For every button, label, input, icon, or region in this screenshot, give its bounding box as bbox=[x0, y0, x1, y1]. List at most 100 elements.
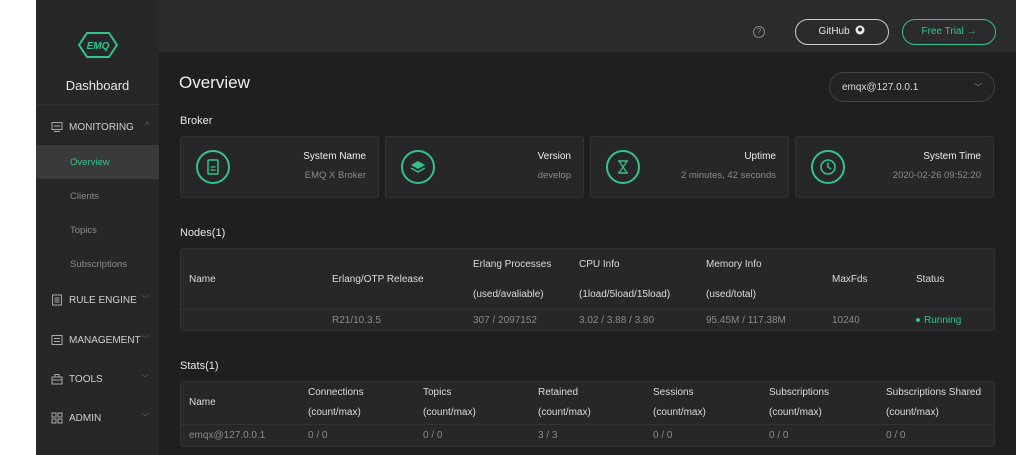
col-header-sessions-sub: (count/max) bbox=[653, 407, 706, 418]
broker-heading: Broker bbox=[180, 115, 213, 127]
list-icon bbox=[52, 294, 62, 306]
col-header-connections-sub: (count/max) bbox=[308, 407, 361, 418]
card-title: Uptime bbox=[744, 151, 776, 162]
chevron-down-icon: ﹀ bbox=[141, 295, 149, 304]
page-title: Overview bbox=[179, 73, 250, 92]
list-icon bbox=[51, 335, 63, 345]
main-content: ? GitHub Free Trial → Overview emqx@127.… bbox=[159, 0, 1016, 455]
col-header-subs-shared: Subscriptions Shared bbox=[886, 387, 982, 398]
col-header-memory: Memory Info bbox=[706, 259, 762, 270]
cell-name: emqx@127.0.0.1 bbox=[189, 430, 266, 441]
sidebar-item-subscriptions[interactable]: Subscriptions bbox=[36, 247, 159, 281]
clock-icon bbox=[811, 150, 845, 184]
cell-sessions: 0 / 0 bbox=[653, 430, 673, 441]
nav-admin[interactable]: ADMIN ﹀ bbox=[36, 401, 159, 435]
cell-subs-shared: 0 / 0 bbox=[886, 430, 906, 441]
col-header-processes: Erlang Processes bbox=[473, 259, 552, 270]
col-header-retained: Retained bbox=[538, 387, 579, 398]
col-header-otp: Erlang/OTP Release bbox=[332, 274, 424, 285]
stats-table: Name Connections (count/max) Topics (cou… bbox=[180, 381, 995, 447]
github-button-label: GitHub bbox=[818, 26, 850, 37]
nav-rule-engine-label: RULE ENGINE bbox=[69, 295, 137, 306]
col-header-topics: Topics bbox=[423, 387, 452, 398]
status-text: Running bbox=[924, 315, 962, 326]
card-title: Version bbox=[537, 151, 571, 162]
cell-maxfds: 10240 bbox=[832, 315, 860, 326]
github-button[interactable]: GitHub bbox=[795, 19, 889, 45]
chevron-up-icon: ^ bbox=[145, 121, 149, 130]
card-version: Version develop bbox=[385, 136, 584, 198]
col-header-cpu-sub: (1load/5load/15load) bbox=[579, 289, 671, 300]
nav-tools-label: TOOLS bbox=[69, 374, 103, 385]
monitor-icon bbox=[51, 122, 63, 132]
col-header-sessions: Sessions bbox=[653, 387, 694, 398]
free-trial-button[interactable]: Free Trial → bbox=[902, 19, 996, 45]
row-divider bbox=[181, 309, 994, 310]
col-header-subscriptions-sub: (count/max) bbox=[769, 407, 822, 418]
emq-logo[interactable]: EMQ bbox=[78, 32, 118, 58]
card-value: 2 minutes, 42 seconds bbox=[680, 170, 776, 181]
cell-connections: 0 / 0 bbox=[308, 430, 328, 441]
status-badge: Running bbox=[916, 315, 961, 326]
node-select[interactable]: emqx@127.0.0.1 ﹀ bbox=[829, 72, 995, 102]
sidebar-item-topics[interactable]: Topics bbox=[36, 213, 159, 247]
cell-topics: 0 / 0 bbox=[423, 430, 443, 441]
col-header-subs-shared-sub: (count/max) bbox=[886, 407, 939, 418]
chevron-down-icon: ﹀ bbox=[141, 335, 149, 344]
sidebar-divider bbox=[36, 104, 159, 105]
card-system-name: System Name EMQ X Broker bbox=[180, 136, 379, 198]
status-dot bbox=[916, 318, 920, 323]
sidebar-item-overview[interactable]: Overview bbox=[36, 145, 159, 179]
card-uptime: Uptime 2 minutes, 42 seconds bbox=[590, 136, 789, 198]
col-header-name: Name bbox=[189, 397, 216, 408]
cell-cpu: 3.02 / 3.88 / 3.80 bbox=[579, 315, 655, 326]
col-header-processes-sub: (used/avaliable) bbox=[473, 289, 544, 300]
card-title: System Name bbox=[303, 151, 366, 162]
nav-rule-engine[interactable]: RULE ENGINE ﹀ bbox=[36, 283, 159, 317]
sidebar-item-clients[interactable]: Clients bbox=[36, 179, 159, 213]
col-header-retained-sub: (count/max) bbox=[538, 407, 591, 418]
sidebar: EMQ Dashboard MONITORING ^ Overview Clie… bbox=[36, 0, 159, 455]
card-system-time: System Time 2020-02-26 09:52:20 bbox=[795, 136, 994, 198]
github-icon bbox=[855, 25, 865, 35]
sidebar-item-label: Subscriptions bbox=[70, 259, 128, 270]
col-header-status: Status bbox=[916, 274, 945, 285]
node-select-value: emqx@127.0.0.1 bbox=[842, 82, 919, 93]
col-header-topics-sub: (count/max) bbox=[423, 407, 476, 418]
card-value: EMQ X Broker bbox=[304, 170, 366, 181]
col-header-name: Name bbox=[189, 274, 216, 285]
card-value: develop bbox=[537, 170, 571, 181]
cell-processes: 307 / 2097152 bbox=[473, 315, 537, 326]
nav-tools[interactable]: TOOLS ﹀ bbox=[36, 362, 159, 396]
app-window: EMQ Dashboard MONITORING ^ Overview Clie… bbox=[36, 0, 1016, 455]
document-icon bbox=[196, 150, 230, 184]
card-title: System Time bbox=[923, 151, 981, 162]
grid-icon bbox=[51, 412, 63, 424]
sidebar-item-label: Clients bbox=[70, 191, 100, 202]
col-header-subscriptions: Subscriptions bbox=[769, 387, 830, 398]
nodes-table: Name Erlang/OTP Release Erlang Processes… bbox=[180, 248, 995, 331]
col-header-memory-sub: (used/total) bbox=[706, 289, 757, 300]
help-icon[interactable]: ? bbox=[753, 26, 765, 38]
col-header-maxfds: MaxFds bbox=[832, 274, 868, 285]
nav-monitoring-label: MONITORING bbox=[69, 122, 134, 133]
toolbox-icon bbox=[51, 374, 63, 385]
chevron-down-icon: ﹀ bbox=[141, 413, 149, 422]
cell-subscriptions: 0 / 0 bbox=[769, 430, 789, 441]
nav-management[interactable]: MANAGEMENT ﹀ bbox=[36, 323, 159, 357]
col-header-connections: Connections bbox=[308, 387, 364, 398]
logo-text: EMQ bbox=[87, 41, 110, 52]
col-header-cpu: CPU Info bbox=[579, 259, 620, 270]
sidebar-item-label: Overview bbox=[70, 157, 110, 168]
brand-title: Dashboard bbox=[65, 78, 130, 93]
stats-heading: Stats(1) bbox=[180, 360, 219, 372]
sidebar-item-label: Topics bbox=[70, 225, 97, 236]
nav-management-label: MANAGEMENT bbox=[69, 335, 141, 346]
nodes-heading: Nodes(1) bbox=[180, 227, 226, 239]
hourglass-icon bbox=[606, 150, 640, 184]
top-bar: ? GitHub Free Trial → bbox=[159, 0, 1016, 52]
row-divider bbox=[181, 424, 994, 425]
layers-icon bbox=[401, 150, 435, 184]
nav-monitoring[interactable]: MONITORING ^ bbox=[36, 110, 159, 144]
chevron-down-icon: ﹀ bbox=[974, 83, 982, 92]
